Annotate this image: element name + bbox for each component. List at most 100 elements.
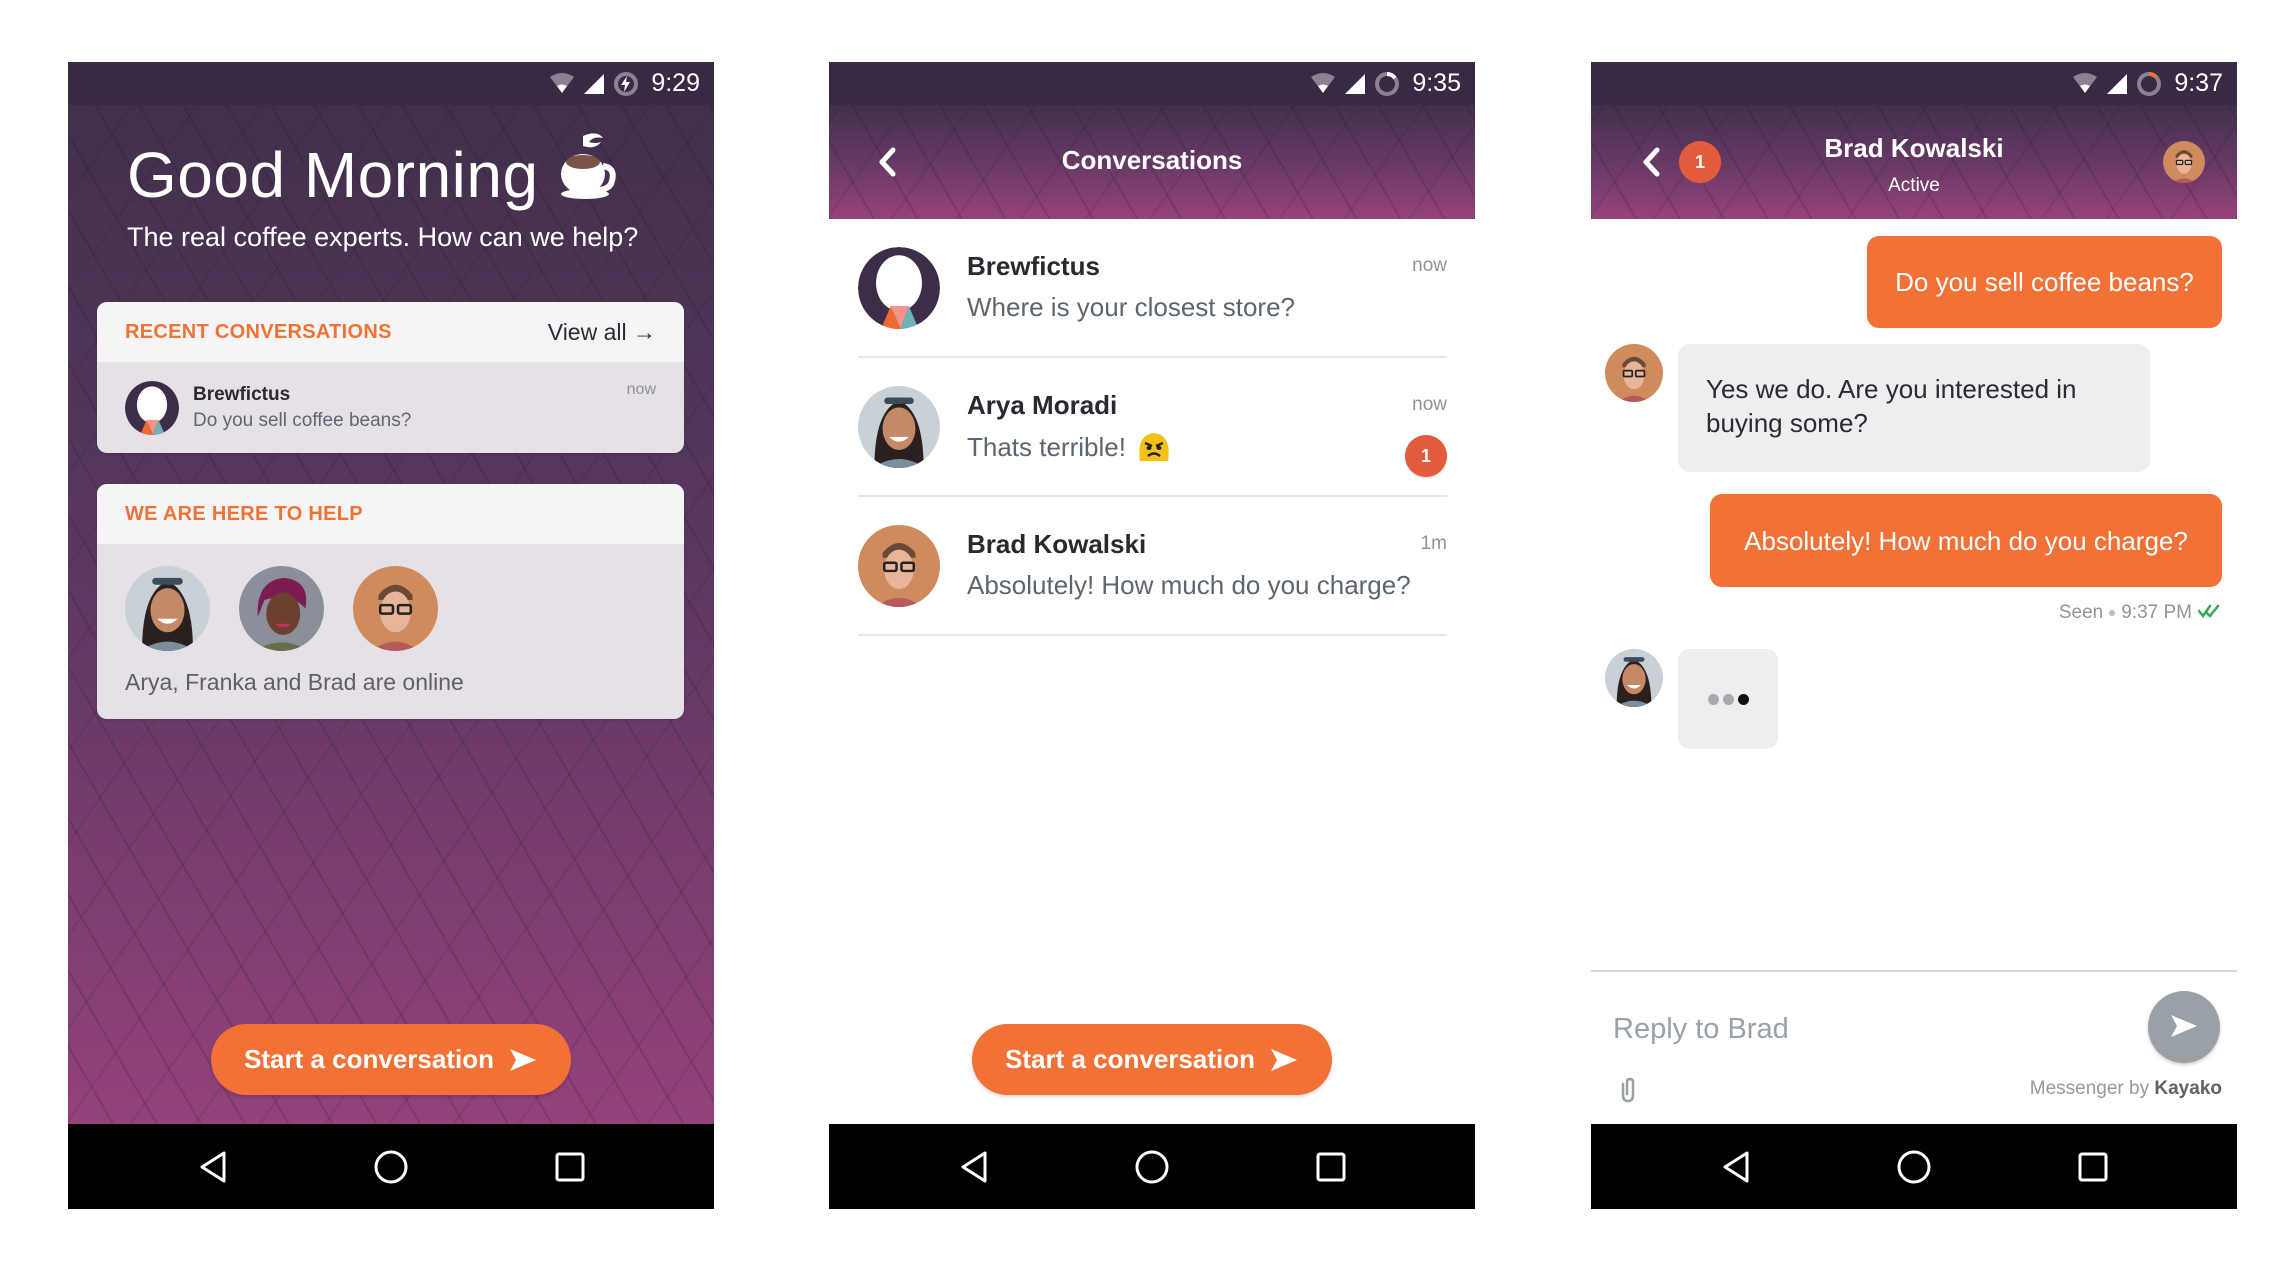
message-bubble-outgoing: Absolutely! How much do you charge? [1710,494,2222,587]
powered-by-brand[interactable]: Kayako [2154,1078,2222,1099]
nav-home-icon[interactable] [1133,1148,1171,1186]
android-navigation-bar [1591,1124,2237,1209]
brewfictus-logo-avatar [858,247,940,329]
nav-recents-icon[interactable] [1312,1148,1350,1186]
nav-home-icon[interactable] [1895,1148,1933,1186]
conversation-time: now [626,381,656,398]
start-conversation-button[interactable]: Start a conversation [211,1024,571,1095]
start-conversation-label: Start a conversation [1005,1044,1255,1074]
chat-header: 1 Brad Kowalski Active [1591,105,2237,219]
avatar-brad [1605,344,1663,402]
nav-back-icon[interactable] [1717,1148,1755,1186]
phone-conversations-screen: 9:35 Conversations Brewfictus Where is y… [829,62,1475,1209]
message-bubble-outgoing: Do you sell coffee beans? [1867,236,2222,328]
loading-spinner-icon [1374,71,1400,97]
start-conversation-label: Start a conversation [244,1044,494,1074]
typing-dot [1737,693,1749,705]
android-navigation-bar [68,1124,714,1209]
help-header: WE ARE HERE TO HELP [97,484,684,544]
recent-conversation-item[interactable]: Brewfictus Do you sell coffee beans? now [125,379,656,437]
powered-by: Messenger by Kayako [2030,1078,2222,1100]
conversations-header: Conversations [829,105,1475,219]
android-navigation-bar [829,1124,1475,1209]
brewfictus-logo-avatar [125,381,179,435]
conversation-time: now [1412,394,1447,415]
recent-conversations-card: RECENT CONVERSATIONS View all → Brewfict… [97,302,684,453]
send-arrow-icon [508,1047,538,1073]
greeting-text: Good Morning [127,138,539,211]
avatar-arya [1605,649,1663,707]
agents-online-text: Arya, Franka and Brad are online [125,669,464,695]
seen-label: Seen [2058,602,2104,623]
status-bar: 9:35 [829,62,1475,105]
typing-dot [1722,693,1734,705]
loading-spinner-icon [2136,71,2162,97]
nav-recents-icon[interactable] [551,1148,589,1186]
conversation-preview: Where is your closest store? [967,292,1295,323]
wifi-icon [2072,72,2098,95]
conversations-title: Conversations [1061,145,1243,175]
avatar-arya [125,566,210,651]
agent-avatars [125,566,438,651]
nav-back-icon[interactable] [955,1148,993,1186]
conversation-row[interactable]: Brewfictus Where is your closest store? … [829,219,1475,358]
subtitle: The real coffee experts. How can we help… [127,222,639,252]
send-arrow-icon [2169,1013,2199,1042]
avatar-brad [353,566,438,651]
conversation-preview-text: Thats terrible! [967,431,1126,462]
conversation-row[interactable]: Arya Moradi Thats terrible! now 1 [829,358,1475,497]
signal-icon [583,73,605,95]
view-all-link[interactable]: View all → [548,319,656,346]
conversation-time: now [1412,255,1447,276]
reply-input[interactable] [1613,1007,2113,1051]
send-button[interactable] [2148,991,2220,1063]
help-title: WE ARE HERE TO HELP [125,502,363,525]
conversation-preview-text: Absolutely! How much do you charge? [967,570,1411,600]
greeting: Good Morning [127,132,619,217]
avatar-brad [858,525,940,607]
avatar-franka [239,566,324,651]
recent-conversations-title: RECENT CONVERSATIONS [125,320,392,343]
status-time: 9:37 [2174,69,2223,97]
paperclip-icon[interactable] [1613,1076,1643,1106]
angry-face-emoji-icon [1136,431,1172,463]
contact-avatar[interactable] [2163,141,2205,183]
double-check-icon [2197,602,2222,624]
conversation-preview: Absolutely! How much do you charge? [967,570,1411,601]
battery-charging-icon [613,71,639,97]
unread-count-badge: 1 [1405,435,1447,477]
nav-home-icon[interactable] [372,1148,410,1186]
typing-dot [1707,693,1719,705]
conversation-preview: Thats terrible! [967,431,1172,463]
conversation-time: 1m [1420,533,1447,554]
composer-divider [1591,970,2237,972]
wifi-icon [1310,72,1336,95]
powered-by-prefix: Messenger by [2029,1078,2150,1099]
status-time: 9:35 [1412,69,1461,97]
conversation-row[interactable]: Brad Kowalski Absolutely! How much do yo… [829,497,1475,636]
signal-icon [1344,73,1366,95]
avatar-arya [858,386,940,468]
contact-name: Brad Kowalski [1824,133,2004,163]
start-conversation-button[interactable]: Start a conversation [972,1024,1332,1095]
status-bar: 9:29 [68,62,714,105]
phone-home-screen: 9:29 Good Morning The real coffee expert… [68,62,714,1209]
message-bubble-incoming: Yes we do. Are you interested in buying … [1678,344,2150,472]
wifi-icon [549,72,575,95]
conversation-list: Brewfictus Where is your closest store? … [829,219,1475,636]
help-card: WE ARE HERE TO HELP Arya, Franka and Bra… [97,484,684,719]
send-arrow-icon [1269,1047,1299,1073]
typing-indicator [1678,649,1778,749]
separator-dot [2109,610,2116,616]
conversation-name: Brad Kowalski [967,529,1147,559]
seen-time: 9:37 PM [2121,602,2192,623]
conversation-name: Arya Moradi [967,390,1118,420]
signal-icon [2106,73,2128,95]
phone-chat-screen: 9:37 1 Brad Kowalski Active Do you sell … [1591,62,2237,1209]
nav-back-icon[interactable] [194,1148,232,1186]
recent-conversations-header: RECENT CONVERSATIONS View all → [97,302,684,362]
conversation-preview: Do you sell coffee beans? [193,410,412,431]
read-receipt: Seen 9:37 PM [2059,602,2222,624]
nav-recents-icon[interactable] [2074,1148,2112,1186]
status-time: 9:29 [651,69,700,97]
